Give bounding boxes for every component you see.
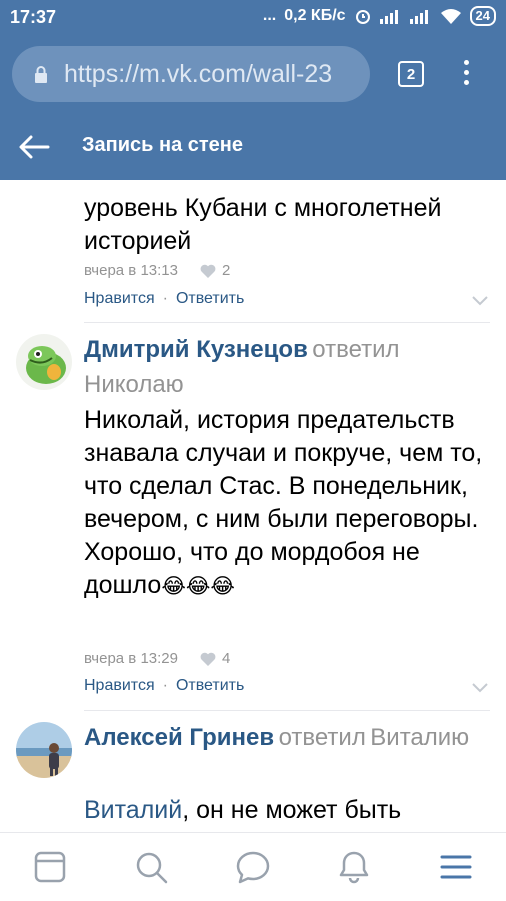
- divider: [84, 710, 490, 711]
- chevron-down-icon[interactable]: [472, 683, 488, 693]
- comment-text: Виталий, он не может быть: [84, 794, 494, 827]
- tab-switcher-button[interactable]: 2: [398, 61, 424, 87]
- avatar[interactable]: [16, 722, 72, 778]
- reply-to-name[interactable]: Виталию: [370, 724, 469, 751]
- avatar-image: [16, 334, 72, 390]
- replied-label: ответил: [278, 724, 366, 751]
- menu-icon[interactable]: [438, 849, 474, 885]
- chevron-down-icon[interactable]: [472, 296, 488, 306]
- comment-text-line: уровень Кубани с многолетней: [84, 194, 442, 222]
- comment-text-body: , он не может быть: [182, 796, 402, 824]
- author-name[interactable]: Алексей Гринев: [84, 724, 274, 751]
- heart-icon[interactable]: [200, 652, 216, 666]
- page-header: Запись на стене: [0, 114, 506, 180]
- search-icon[interactable]: [133, 849, 169, 885]
- browser-menu-icon[interactable]: [462, 60, 470, 90]
- like-button[interactable]: Нравится: [84, 290, 155, 308]
- battery-indicator: 24: [469, 6, 496, 26]
- comment-time: вчера в 13:29: [84, 650, 178, 667]
- avatar-image: [16, 722, 72, 778]
- status-dots: ...: [262, 7, 277, 24]
- comment-actions: Нравится · Ответить: [84, 677, 245, 695]
- status-indicators: ... 0,2 КБ/с 24: [263, 6, 496, 26]
- replied-label: ответил: [312, 336, 400, 363]
- notifications-icon[interactable]: [336, 849, 372, 885]
- url-text: https://m.vk.com/wall-23: [64, 60, 333, 88]
- url-field[interactable]: https://m.vk.com/wall-23: [12, 46, 370, 102]
- back-arrow-icon[interactable]: [18, 134, 50, 160]
- comment-meta: вчера в 13:29 4: [84, 650, 230, 667]
- signal-icon-2: [409, 10, 428, 24]
- messages-icon[interactable]: [235, 849, 271, 885]
- like-count: 2: [221, 262, 231, 279]
- comment-text-line: историей: [84, 227, 192, 255]
- browser-toolbar: https://m.vk.com/wall-23 2: [0, 36, 506, 114]
- comment-text: уровень Кубани с многолетней историей: [84, 192, 441, 258]
- comments-list: уровень Кубани с многолетней историей вч…: [0, 180, 506, 832]
- comment-actions: Нравится · Ответить: [84, 290, 245, 308]
- comment-text-body: Николай, история предательств знавала сл…: [84, 406, 483, 599]
- reply-button[interactable]: Ответить: [176, 677, 244, 695]
- bottom-navigation: [0, 832, 506, 901]
- network-speed: 0,2 КБ/с: [284, 7, 346, 24]
- lock-icon: [35, 66, 47, 83]
- divider: [84, 322, 490, 323]
- author-name[interactable]: Дмитрий Кузнецов: [84, 336, 308, 363]
- reply-to-name[interactable]: Николаю: [84, 371, 184, 398]
- comment-header: Дмитрий Кузнецов ответил Николаю: [84, 334, 484, 404]
- status-bar: 17:37 ... 0,2 КБ/с 24: [0, 0, 506, 36]
- feed-icon[interactable]: [32, 849, 68, 885]
- mention-link[interactable]: Виталий: [84, 796, 182, 824]
- reply-button[interactable]: Ответить: [176, 290, 244, 308]
- alarm-icon: [355, 10, 370, 24]
- emoji-text: 😂😂😂: [161, 575, 235, 598]
- comment-meta: вчера в 13:13 2: [84, 262, 230, 279]
- wifi-icon: [440, 9, 461, 24]
- comment-text: Николай, история предательств знавала сл…: [84, 404, 494, 603]
- heart-icon[interactable]: [200, 264, 216, 278]
- signal-icon: [379, 10, 398, 24]
- like-button[interactable]: Нравится: [84, 677, 155, 695]
- comment-time: вчера в 13:13: [84, 262, 178, 279]
- comment-header: Алексей Гринев ответил Виталию: [84, 722, 484, 757]
- like-count: 4: [221, 650, 231, 667]
- page-title: Запись на стене: [82, 134, 244, 156]
- status-time: 17:37: [10, 7, 57, 27]
- avatar[interactable]: [16, 334, 72, 390]
